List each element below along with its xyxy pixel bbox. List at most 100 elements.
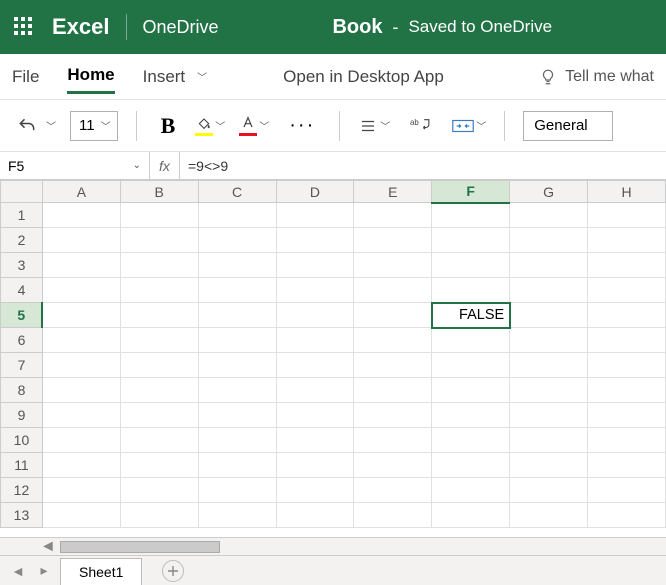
scroll-thumb[interactable] [60, 541, 220, 553]
app-name[interactable]: Excel [52, 14, 110, 40]
col-header[interactable]: C [198, 181, 276, 203]
merge-button[interactable]: ﹀ [452, 117, 486, 135]
cell[interactable] [354, 503, 432, 528]
spreadsheet-grid[interactable]: ABCDEFGH12345FALSE678910111213 [0, 180, 666, 537]
cell[interactable] [276, 378, 354, 403]
font-size-select[interactable]: 11 ﹀ [70, 111, 118, 141]
cell[interactable] [354, 403, 432, 428]
cell[interactable] [510, 403, 588, 428]
cell[interactable] [432, 353, 510, 378]
select-all-corner[interactable] [1, 181, 43, 203]
row-header[interactable]: 10 [1, 428, 43, 453]
cell[interactable] [276, 328, 354, 353]
cell[interactable] [42, 353, 120, 378]
cell[interactable] [198, 403, 276, 428]
cell[interactable] [42, 228, 120, 253]
cell[interactable] [120, 278, 198, 303]
row-header[interactable]: 8 [1, 378, 43, 403]
row-header[interactable]: 1 [1, 203, 43, 228]
row-header[interactable]: 11 [1, 453, 43, 478]
cell[interactable] [510, 378, 588, 403]
cell[interactable] [42, 503, 120, 528]
cell[interactable] [432, 378, 510, 403]
cell[interactable] [198, 253, 276, 278]
undo-button[interactable] [10, 112, 44, 140]
cell[interactable] [42, 453, 120, 478]
cell[interactable] [588, 228, 666, 253]
cell[interactable] [432, 228, 510, 253]
cell[interactable] [120, 353, 198, 378]
cell[interactable] [510, 428, 588, 453]
col-header[interactable]: H [588, 181, 666, 203]
row-header[interactable]: 3 [1, 253, 43, 278]
row-header[interactable]: 2 [1, 228, 43, 253]
tab-file[interactable]: File [12, 61, 39, 93]
more-font-options-button[interactable]: ··· [283, 110, 321, 141]
cell[interactable] [510, 478, 588, 503]
cell[interactable] [120, 228, 198, 253]
cell[interactable] [510, 328, 588, 353]
cell[interactable] [432, 403, 510, 428]
cell[interactable] [588, 353, 666, 378]
cell[interactable] [120, 503, 198, 528]
cell[interactable] [432, 203, 510, 228]
font-color-button[interactable]: ﹀ [239, 115, 269, 136]
cell[interactable] [588, 403, 666, 428]
cell[interactable] [42, 378, 120, 403]
cell[interactable] [354, 328, 432, 353]
cell[interactable] [588, 378, 666, 403]
cell[interactable] [354, 253, 432, 278]
row-header[interactable]: 7 [1, 353, 43, 378]
cell[interactable] [120, 328, 198, 353]
cell[interactable] [432, 328, 510, 353]
cell[interactable] [42, 253, 120, 278]
cell[interactable] [432, 428, 510, 453]
app-launcher-icon[interactable] [14, 17, 34, 37]
cell[interactable] [198, 228, 276, 253]
cell[interactable] [588, 303, 666, 328]
cell[interactable] [510, 228, 588, 253]
tab-home[interactable]: Home [67, 59, 114, 94]
cell[interactable] [42, 478, 120, 503]
cell[interactable] [120, 428, 198, 453]
col-header[interactable]: E [354, 181, 432, 203]
cell[interactable] [354, 278, 432, 303]
sheet-nav-prev[interactable]: ▸ [34, 562, 54, 579]
cell[interactable] [588, 453, 666, 478]
cell[interactable] [588, 203, 666, 228]
cell[interactable] [354, 228, 432, 253]
cell[interactable] [276, 428, 354, 453]
cell[interactable] [198, 353, 276, 378]
cell[interactable] [198, 453, 276, 478]
name-box[interactable]: F5 ⌄ [0, 152, 150, 179]
cell[interactable] [198, 478, 276, 503]
cell[interactable] [42, 303, 120, 328]
cell[interactable] [432, 453, 510, 478]
cell[interactable] [120, 253, 198, 278]
fill-color-button[interactable]: ﹀ [195, 115, 225, 136]
cell[interactable] [276, 228, 354, 253]
cell[interactable] [276, 503, 354, 528]
col-header[interactable]: A [42, 181, 120, 203]
cell[interactable] [588, 328, 666, 353]
cell[interactable] [510, 203, 588, 228]
cell[interactable] [432, 253, 510, 278]
row-header[interactable]: 4 [1, 278, 43, 303]
cell[interactable] [120, 403, 198, 428]
cell[interactable] [354, 428, 432, 453]
formula-input[interactable]: =9<>9 [180, 152, 666, 179]
cell[interactable] [198, 503, 276, 528]
service-name[interactable]: OneDrive [143, 17, 219, 38]
cell[interactable] [276, 403, 354, 428]
cell[interactable] [510, 303, 588, 328]
cell[interactable] [510, 453, 588, 478]
align-button[interactable]: ﹀ [358, 117, 390, 135]
number-format-select[interactable]: General [523, 111, 613, 141]
cell[interactable] [198, 378, 276, 403]
cell[interactable] [42, 328, 120, 353]
col-header[interactable]: F [432, 181, 510, 203]
row-header[interactable]: 5 [1, 303, 43, 328]
cell[interactable] [120, 303, 198, 328]
cell[interactable] [354, 453, 432, 478]
chevron-down-icon[interactable]: ﹀ [46, 118, 56, 133]
